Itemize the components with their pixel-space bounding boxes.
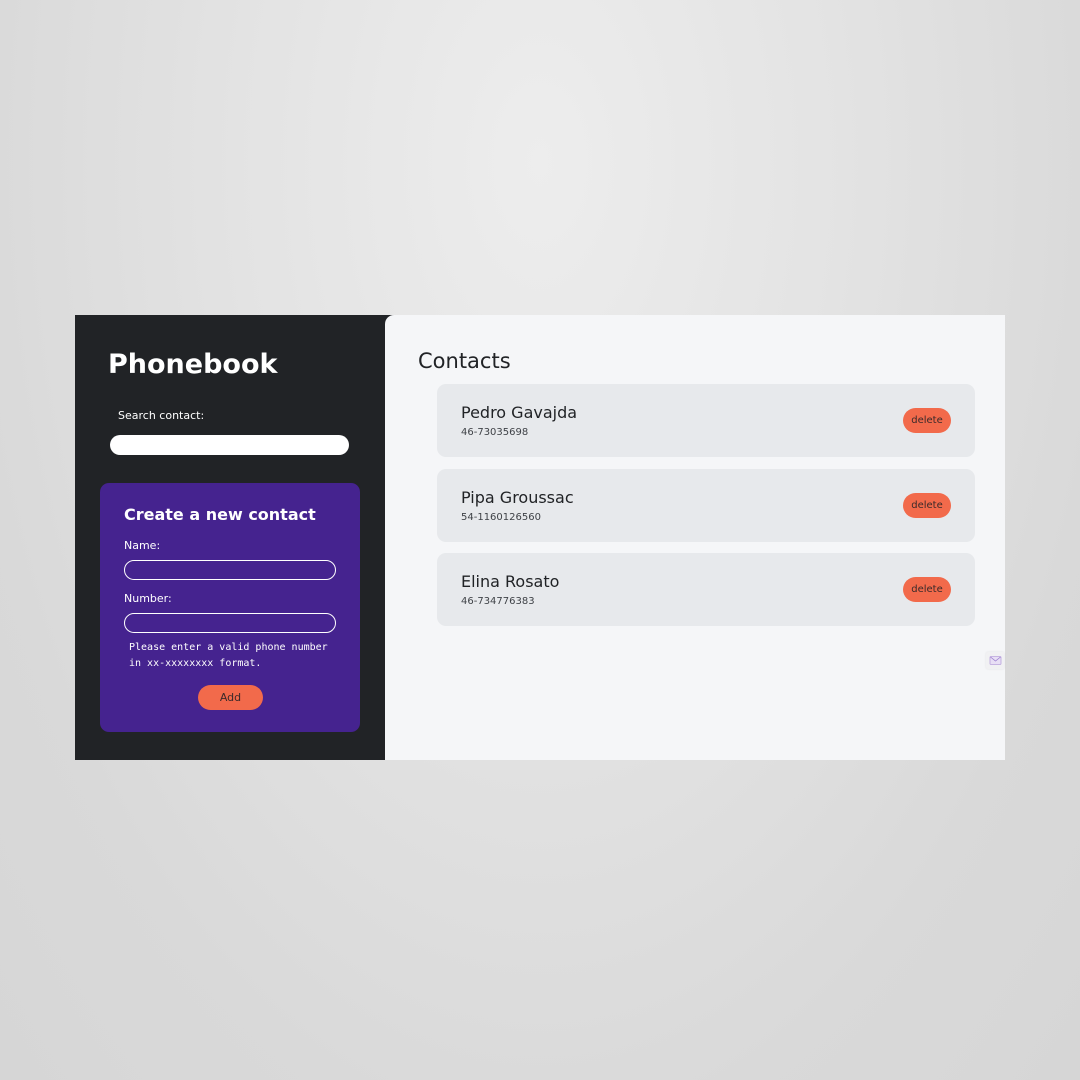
- add-contact-button[interactable]: Add: [198, 685, 263, 710]
- create-contact-title: Create a new contact: [124, 505, 316, 524]
- search-label: Search contact:: [118, 409, 205, 422]
- contact-name: Pipa Groussac: [461, 488, 574, 507]
- number-label: Number:: [124, 592, 172, 605]
- sidebar: Phonebook Search contact: Create a new c…: [75, 315, 385, 760]
- contact-card: Pipa Groussac 54-1160126560 delete: [437, 469, 975, 542]
- contacts-title: Contacts: [418, 349, 511, 373]
- app-title: Phonebook: [108, 349, 278, 380]
- mail-icon: [989, 656, 1002, 665]
- name-label: Name:: [124, 539, 161, 552]
- number-format-hint: Please enter a valid phone number in xx-…: [129, 642, 328, 669]
- contact-name: Elina Rosato: [461, 572, 560, 591]
- delete-contact-button[interactable]: delete: [903, 408, 951, 433]
- contact-card: Elina Rosato 46-734776383 delete: [437, 553, 975, 626]
- phonebook-app: Phonebook Search contact: Create a new c…: [75, 315, 1005, 760]
- contact-number: 46-73035698: [461, 427, 529, 438]
- contact-number: 46-734776383: [461, 596, 535, 607]
- delete-contact-button[interactable]: delete: [903, 577, 951, 602]
- contact-name: Pedro Gavajda: [461, 403, 578, 422]
- contact-card: Pedro Gavajda 46-73035698 delete: [437, 384, 975, 457]
- number-input[interactable]: [124, 613, 336, 633]
- contact-number: 54-1160126560: [461, 512, 541, 523]
- delete-contact-button[interactable]: delete: [903, 493, 951, 518]
- mail-widget-button[interactable]: [986, 652, 1004, 669]
- name-input[interactable]: [124, 560, 336, 580]
- contacts-panel: Contacts Pedro Gavajda 46-73035698 delet…: [385, 315, 1005, 760]
- search-input[interactable]: [110, 435, 349, 455]
- create-contact-form: Create a new contact Name: Number: Pleas…: [100, 483, 360, 732]
